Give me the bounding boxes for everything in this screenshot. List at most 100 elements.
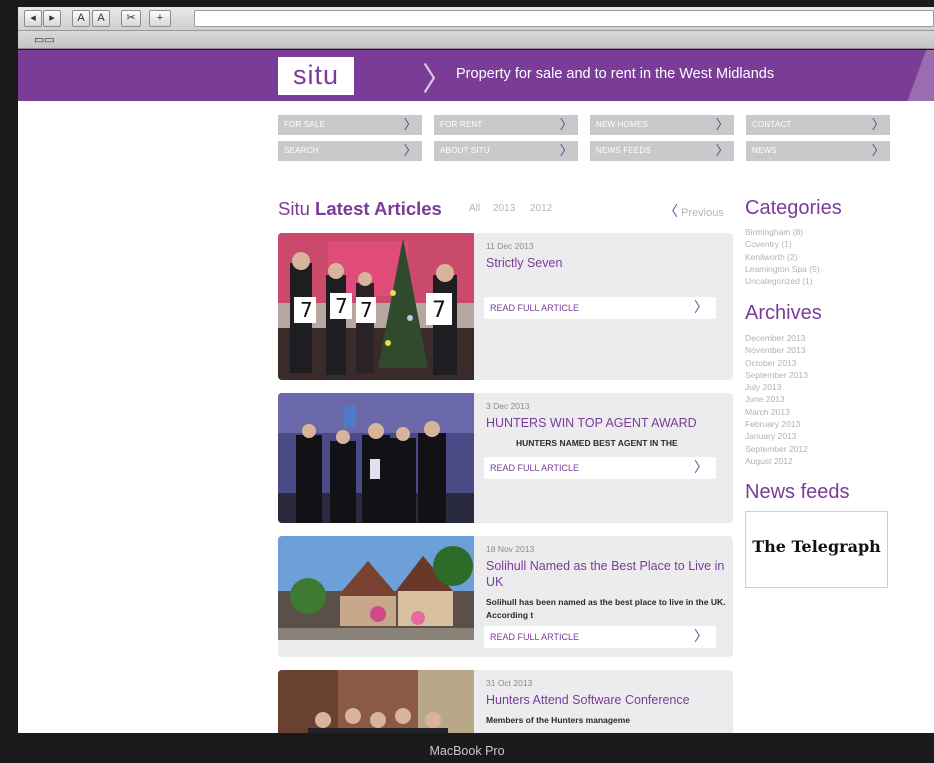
archive-link[interactable]: January 2013: [745, 430, 808, 442]
chevron-right-icon: 〉: [871, 117, 885, 132]
nav-about-situ[interactable]: ABOUT SITU 〉: [434, 141, 578, 161]
svg-text:7: 7: [432, 298, 446, 323]
nav-label: ABOUT SITU: [440, 146, 490, 155]
article-photo[interactable]: [278, 536, 474, 640]
category-link[interactable]: Birmingham (8): [745, 226, 820, 238]
article-title[interactable]: Strictly Seven: [486, 255, 726, 271]
text-smaller-button[interactable]: A: [72, 10, 90, 27]
nav-label: CONTACT: [752, 120, 792, 129]
archive-link[interactable]: October 2013: [745, 357, 808, 369]
article-photo[interactable]: [278, 670, 474, 733]
nav-new-homes[interactable]: NEW HOMES 〉: [590, 115, 734, 135]
forward-button[interactable]: ▸: [43, 10, 61, 27]
archives-heading: Archives: [745, 302, 822, 324]
read-full-article-button[interactable]: READ FULL ARTICLE 〉: [484, 626, 716, 648]
article-card: 18 Nov 2013 Solihull Named as the Best P…: [278, 536, 733, 657]
archive-link[interactable]: August 2012: [745, 455, 808, 467]
web-page: situ 〉 Property for sale and to rent in …: [18, 50, 934, 733]
svg-text:7: 7: [360, 298, 373, 322]
chevron-left-icon: 〈: [664, 203, 678, 219]
site-header: situ 〉 Property for sale and to rent in …: [18, 50, 934, 101]
article-card: 7 7 7 7 11 Dec 2013 Strictly Seven READ …: [278, 233, 733, 380]
site-tagline: Property for sale and to rent in the Wes…: [456, 66, 775, 82]
categories-list: Birmingham (8) Coventry (1) Kenilworth (…: [745, 226, 820, 287]
article-title[interactable]: Solihull Named as the Best Place to Live…: [486, 558, 726, 590]
christmas-staff-photo: 7 7 7 7: [278, 233, 474, 380]
chevron-right-icon: 〉: [559, 143, 573, 158]
archives-list: December 2013 November 2013 October 2013…: [745, 332, 808, 467]
nav-news[interactable]: NEWS 〉: [746, 141, 890, 161]
heading-prefix: Situ: [278, 198, 310, 219]
nav-label: NEWS: [752, 146, 777, 155]
archive-link[interactable]: June 2013: [745, 393, 808, 405]
heading-bold: Latest Articles: [315, 198, 442, 219]
chevron-right-icon: 〉: [715, 143, 729, 158]
solihull-street-photo: [278, 536, 474, 640]
device-label: MacBook Pro: [429, 744, 505, 758]
nav-label: FOR RENT: [440, 120, 483, 129]
article-title[interactable]: Hunters Attend Software Conference: [486, 692, 726, 708]
articles-heading: Situ Latest Articles: [278, 198, 442, 220]
nav-for-sale[interactable]: FOR SALE 〉: [278, 115, 422, 135]
filter-all[interactable]: All: [469, 203, 480, 214]
nav-contact[interactable]: CONTACT 〉: [746, 115, 890, 135]
clip-button[interactable]: ✂: [121, 10, 141, 27]
archive-link[interactable]: September 2012: [745, 443, 808, 455]
archive-link[interactable]: November 2013: [745, 344, 808, 356]
browser-toolbar: ◂ ▸ A A ✂ +: [18, 7, 934, 31]
nav-search[interactable]: SEARCH 〉: [278, 141, 422, 161]
site-logo[interactable]: situ: [278, 57, 354, 95]
conference-photo: [278, 670, 474, 733]
article-excerpt: HUNTERS NAMED BEST AGENT IN THE: [516, 438, 678, 448]
nav-label: NEW HOMES: [596, 120, 649, 129]
header-chevron-icon: 〉: [422, 61, 455, 97]
chevron-right-icon: 〉: [694, 459, 708, 475]
previous-label: Previous: [681, 207, 724, 219]
back-button[interactable]: ◂: [24, 10, 42, 27]
nav-label: FOR SALE: [284, 120, 326, 129]
archive-link[interactable]: February 2013: [745, 418, 808, 430]
text-larger-button[interactable]: A: [92, 10, 110, 27]
new-tab-button[interactable]: +: [149, 10, 171, 27]
article-card: 3 Dec 2013 HUNTERS WIN TOP AGENT AWARD H…: [278, 393, 733, 523]
filter-2012[interactable]: 2012: [530, 203, 552, 214]
article-photo[interactable]: 7 7 7 7: [278, 233, 474, 380]
read-full-article-button[interactable]: READ FULL ARTICLE 〉: [484, 457, 716, 479]
article-date: 11 Dec 2013: [486, 241, 534, 251]
article-title[interactable]: HUNTERS WIN TOP AGENT AWARD: [486, 415, 726, 431]
archive-link[interactable]: September 2013: [745, 369, 808, 381]
nav-news-feeds[interactable]: NEWS FEEDS 〉: [590, 141, 734, 161]
chevron-right-icon: 〉: [403, 143, 417, 158]
address-bar[interactable]: [194, 10, 934, 27]
category-link[interactable]: Uncategorized (1): [745, 275, 820, 287]
svg-text:7: 7: [300, 298, 313, 322]
read-label: READ FULL ARTICLE: [490, 303, 580, 313]
read-full-article-button[interactable]: READ FULL ARTICLE 〉: [484, 297, 716, 319]
article-excerpt: Members of the Hunters manageme: [486, 715, 631, 725]
article-excerpt: Solihull has been named as the best plac…: [486, 597, 726, 620]
article-card: 31 Oct 2013 Hunters Attend Software Conf…: [278, 670, 733, 733]
chevron-right-icon: 〉: [694, 299, 708, 315]
category-link[interactable]: Kenilworth (2): [745, 251, 820, 263]
archive-link[interactable]: December 2013: [745, 332, 808, 344]
chevron-right-icon: 〉: [871, 143, 885, 158]
archive-link[interactable]: July 2013: [745, 381, 808, 393]
read-label: READ FULL ARTICLE: [490, 463, 580, 473]
nav-label: SEARCH: [284, 146, 319, 155]
chevron-right-icon: 〉: [403, 117, 417, 132]
category-link[interactable]: Leamington Spa (5): [745, 263, 820, 275]
chevron-right-icon: 〉: [559, 117, 573, 132]
archive-link[interactable]: March 2013: [745, 406, 808, 418]
article-photo[interactable]: [278, 393, 474, 523]
article-date: 31 Oct 2013: [486, 678, 533, 688]
telegraph-logo: The Telegraph: [752, 537, 881, 556]
article-date: 18 Nov 2013: [486, 544, 535, 554]
telegraph-feed-widget[interactable]: The Telegraph: [745, 511, 888, 588]
categories-heading: Categories: [745, 197, 842, 219]
previous-link[interactable]: 〈 Previous: [664, 201, 724, 221]
article-date: 3 Dec 2013: [486, 401, 530, 411]
nav-for-rent[interactable]: FOR RENT 〉: [434, 115, 578, 135]
category-link[interactable]: Coventry (1): [745, 238, 820, 250]
filter-2013[interactable]: 2013: [493, 203, 515, 214]
book-icon[interactable]: ▭▭: [34, 33, 55, 46]
